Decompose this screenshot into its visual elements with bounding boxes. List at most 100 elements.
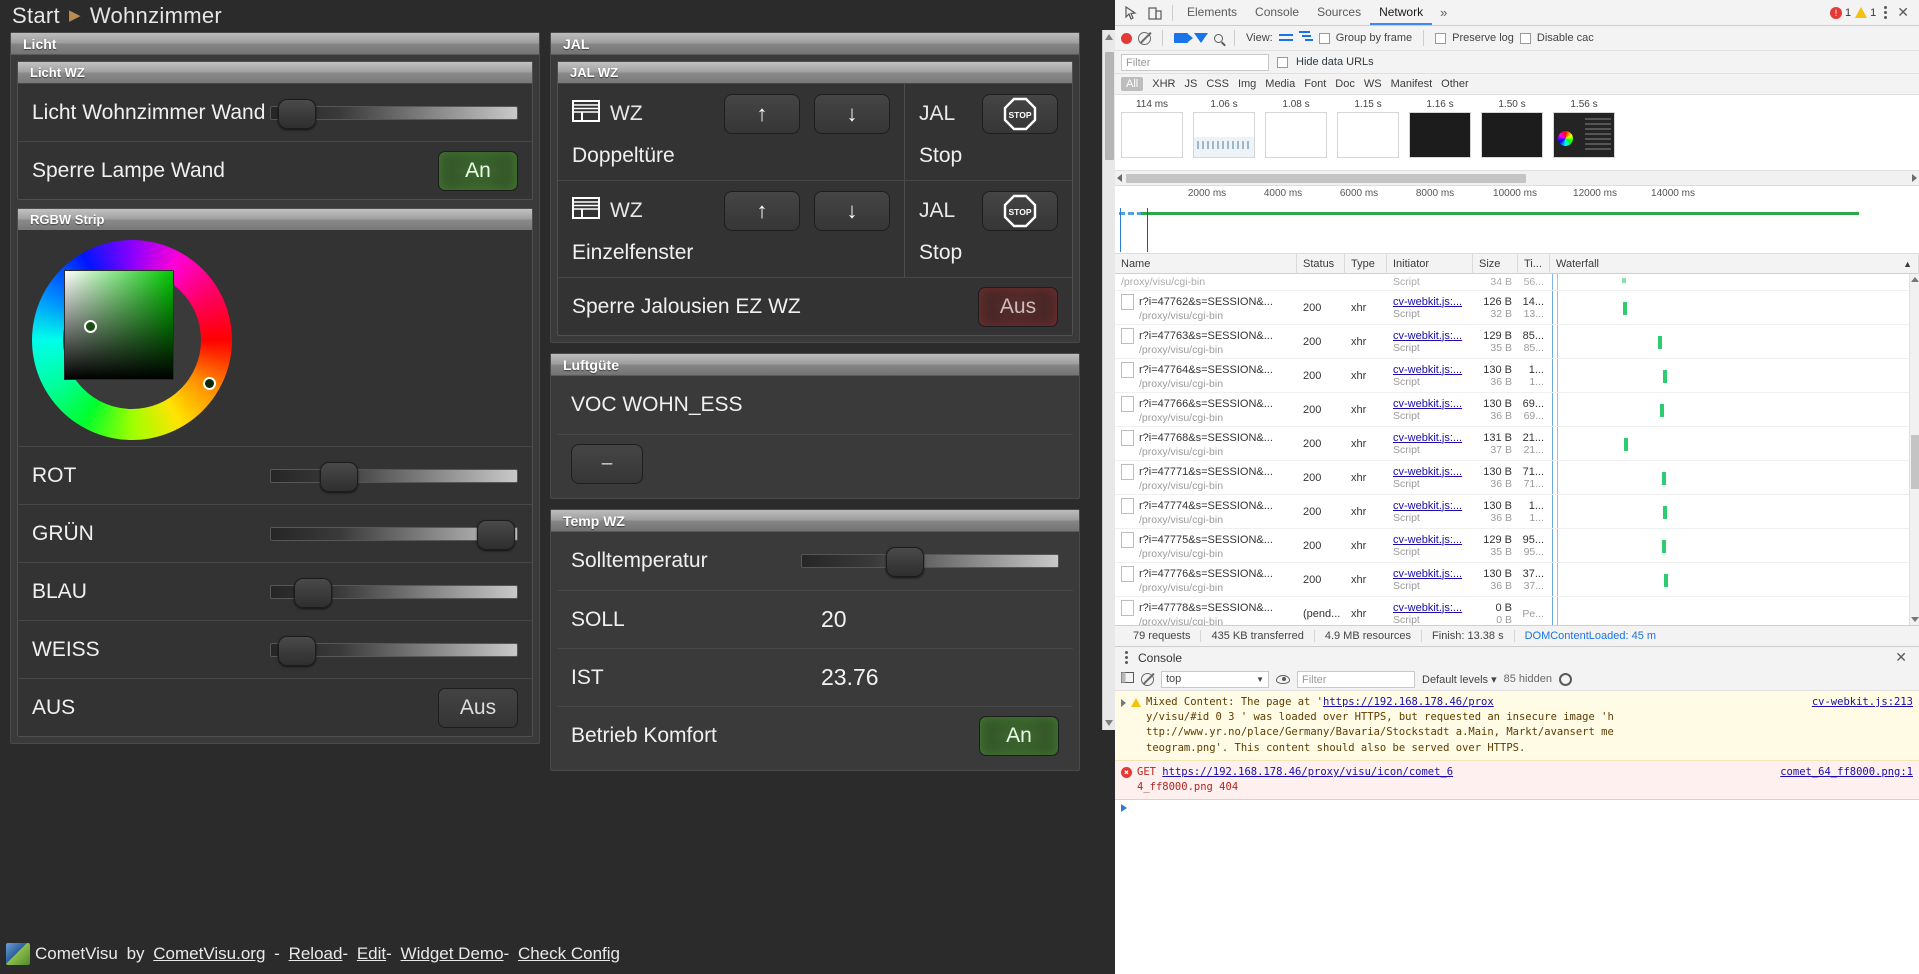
live-expression-icon[interactable] <box>1276 674 1290 684</box>
hide-data-urls-checkbox[interactable] <box>1277 56 1288 68</box>
type-filter-ws[interactable]: WS <box>1364 78 1382 90</box>
filmstrip-frame[interactable]: 114 ms <box>1121 99 1183 158</box>
gear-icon[interactable] <box>1558 672 1572 686</box>
expand-arrow-icon[interactable] <box>1121 699 1126 707</box>
table-row[interactable]: r?i=47778&s=SESSION&... /proxy/visu/cgi-… <box>1115 597 1919 625</box>
type-filter-js[interactable]: JS <box>1184 78 1197 90</box>
scroll-down-arrow-icon[interactable] <box>1911 617 1919 622</box>
request-initiator[interactable]: cv-webkit.js:... <box>1393 500 1467 512</box>
console-message-error[interactable]: ✖ GET https://192.168.178.46/proxy/visu/… <box>1115 760 1919 801</box>
slider-knob[interactable] <box>278 98 316 129</box>
jal-down-button[interactable]: ↓ <box>814 191 890 231</box>
table-row[interactable]: r?i=47774&s=SESSION&... /proxy/visu/cgi-… <box>1115 495 1919 529</box>
column-header-status[interactable]: Status <box>1297 253 1345 274</box>
table-row[interactable]: /proxy/visu/cgi-bin Script 34 B 56... <box>1115 274 1919 291</box>
filmstrip-frame[interactable]: 1.06 s <box>1193 99 1255 158</box>
console-messages[interactable]: Mixed Content: The page at 'https://192.… <box>1115 691 1919 827</box>
slider-knob[interactable] <box>477 519 515 550</box>
type-filter-media[interactable]: Media <box>1265 78 1295 90</box>
warning-count-badge[interactable]: 1 <box>1855 7 1876 19</box>
tab-elements[interactable]: Elements <box>1178 0 1246 25</box>
breadcrumb-root[interactable]: Start <box>12 3 60 29</box>
type-filter-xhr[interactable]: XHR <box>1152 78 1175 90</box>
slider-solltemperatur[interactable] <box>801 547 1059 577</box>
switch-aus[interactable]: Aus <box>438 687 518 728</box>
switch-sperre-lampe-wand[interactable]: An <box>438 150 518 191</box>
column-header-initiator[interactable]: Initiator <box>1387 253 1473 274</box>
requests-vscrollbar[interactable] <box>1909 274 1919 625</box>
jal-up-button[interactable]: ↑ <box>724 191 800 231</box>
console-prompt[interactable] <box>1115 800 1919 816</box>
jal-down-button[interactable]: ↓ <box>814 94 890 134</box>
footer-link-widget-demo[interactable]: Widget Demo <box>401 944 504 964</box>
clear-console-icon[interactable] <box>1141 672 1154 686</box>
column-header-size[interactable]: Size <box>1473 253 1518 274</box>
voc-value-button[interactable]: – <box>571 443 643 484</box>
devtools-menu-icon[interactable] <box>1880 6 1891 19</box>
request-initiator[interactable]: cv-webkit.js:... <box>1393 330 1467 342</box>
table-row[interactable]: r?i=47763&s=SESSION&... /proxy/visu/cgi-… <box>1115 325 1919 359</box>
switch-betrieb-komfort[interactable]: An <box>979 715 1059 756</box>
console-levels-select[interactable]: Default levels ▾ <box>1422 673 1497 686</box>
slider-knob[interactable] <box>320 461 358 492</box>
slider-weiss[interactable] <box>270 635 518 666</box>
slider-knob[interactable] <box>294 577 332 608</box>
network-filter-input[interactable]: Filter <box>1121 53 1269 71</box>
filter-icon[interactable] <box>1194 33 1208 43</box>
footer-link-reload[interactable]: Reload <box>289 944 343 964</box>
saturation-value-square[interactable] <box>64 270 174 380</box>
type-filter-manifest[interactable]: Manifest <box>1391 78 1433 90</box>
filmstrip-hscrollbar[interactable] <box>1115 171 1919 186</box>
type-filter-img[interactable]: Img <box>1238 78 1256 90</box>
footer-site-link[interactable]: CometVisu.org <box>153 944 265 964</box>
group-by-frame-checkbox[interactable] <box>1318 32 1330 44</box>
request-initiator[interactable]: cv-webkit.js:... <box>1393 296 1467 308</box>
scroll-down-arrow-icon[interactable] <box>1105 720 1113 726</box>
column-header-time[interactable]: Ti... <box>1518 253 1550 274</box>
filmstrip-frame[interactable]: 1.15 s <box>1337 99 1399 158</box>
console-filter-input[interactable]: Filter <box>1297 670 1415 688</box>
scroll-left-arrow-icon[interactable] <box>1117 174 1122 182</box>
request-initiator[interactable]: cv-webkit.js:... <box>1393 364 1467 376</box>
jal-stop-button[interactable]: STOP <box>982 191 1058 231</box>
table-row[interactable]: r?i=47766&s=SESSION&... /proxy/visu/cgi-… <box>1115 393 1919 427</box>
record-icon[interactable] <box>1121 32 1132 44</box>
slider-knob[interactable] <box>278 635 316 666</box>
cometvisu-scroll-thumb[interactable] <box>1105 52 1114 160</box>
request-initiator[interactable]: cv-webkit.js:... <box>1393 432 1467 444</box>
scroll-up-arrow-icon[interactable] <box>1105 34 1113 40</box>
network-overview[interactable]: 2000 ms 4000 ms 6000 ms 8000 ms 10000 ms… <box>1115 186 1919 254</box>
column-header-waterfall[interactable]: Waterfall <box>1556 254 1599 274</box>
console-message-warning[interactable]: Mixed Content: The page at 'https://192.… <box>1115 691 1919 761</box>
request-initiator[interactable]: cv-webkit.js:... <box>1393 398 1467 410</box>
requests-scroll-thumb[interactable] <box>1911 435 1919 490</box>
table-row[interactable]: r?i=47764&s=SESSION&... /proxy/visu/cgi-… <box>1115 359 1919 393</box>
waterfall-view-icon[interactable] <box>1298 31 1313 45</box>
footer-link-edit[interactable]: Edit <box>357 944 386 964</box>
hue-cursor-handle[interactable] <box>203 377 216 390</box>
filmstrip-frame[interactable]: 1.16 s <box>1409 99 1471 158</box>
close-drawer-icon[interactable]: ✕ <box>1889 649 1913 666</box>
type-filter-doc[interactable]: Doc <box>1335 78 1355 90</box>
table-row[interactable]: r?i=47771&s=SESSION&... /proxy/visu/cgi-… <box>1115 461 1919 495</box>
preserve-log-checkbox[interactable] <box>1435 32 1447 44</box>
inspect-element-icon[interactable] <box>1119 2 1143 24</box>
column-header-type[interactable]: Type <box>1345 253 1387 274</box>
filmstrip-frame[interactable]: 1.50 s <box>1481 99 1543 158</box>
type-filter-font[interactable]: Font <box>1304 78 1326 90</box>
slider-licht-wohnzimmer-wand[interactable] <box>270 98 518 129</box>
requests-table-body[interactable]: /proxy/visu/cgi-bin Script 34 B 56... r?… <box>1115 274 1919 625</box>
error-count-badge[interactable]: ! 1 <box>1830 6 1851 19</box>
table-row[interactable]: r?i=47776&s=SESSION&... /proxy/visu/cgi-… <box>1115 563 1919 597</box>
list-view-icon[interactable] <box>1278 33 1293 44</box>
sort-asc-icon[interactable]: ▲ <box>1903 254 1912 274</box>
jal-stop-button[interactable]: STOP <box>982 94 1058 134</box>
type-filter-other[interactable]: Other <box>1441 78 1469 90</box>
device-toolbar-icon[interactable] <box>1143 2 1167 24</box>
slider-blau[interactable] <box>270 577 518 608</box>
type-filter-all[interactable]: All <box>1121 77 1144 91</box>
close-devtools-icon[interactable]: ✕ <box>1891 4 1915 21</box>
scroll-right-arrow-icon[interactable] <box>1912 174 1917 182</box>
clear-icon[interactable] <box>1138 31 1151 45</box>
scroll-up-arrow-icon[interactable] <box>1911 277 1919 282</box>
